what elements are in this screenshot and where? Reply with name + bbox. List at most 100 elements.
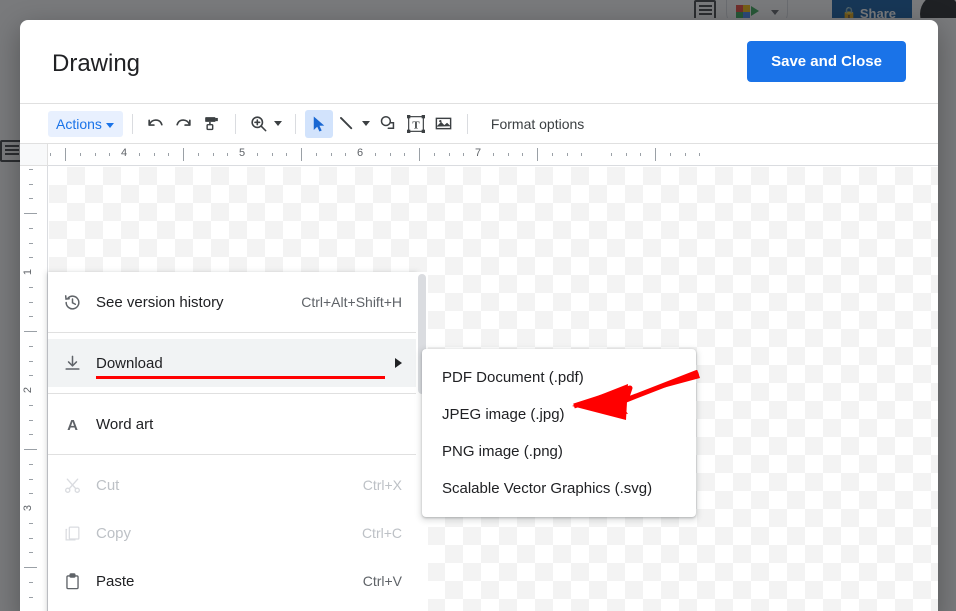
menu-item-paste[interactable]: Paste Ctrl+V xyxy=(48,557,416,605)
ruler-corner xyxy=(20,144,48,166)
ruler-v-tick xyxy=(29,183,33,185)
menu-item-label: Download xyxy=(96,355,385,379)
menu-separator xyxy=(48,393,416,394)
ruler-v-tick xyxy=(29,227,33,229)
submenu-arrow-icon xyxy=(395,358,402,368)
menu-item-label: Word art xyxy=(96,415,154,433)
download-submenu: PDF Document (.pdf) JPEG image (.jpg) PNG … xyxy=(422,349,696,517)
menu-item-download[interactable]: Download xyxy=(48,339,416,387)
ruler-v-tick xyxy=(29,404,33,406)
ruler-v-tick xyxy=(29,345,33,347)
text-box-icon[interactable]: T xyxy=(402,110,430,138)
menu-item-see-version-history[interactable]: See version history Ctrl+Alt+Shift+H xyxy=(48,278,416,326)
ruler-h-tick xyxy=(168,153,170,156)
toolbar-divider xyxy=(466,113,468,134)
ruler-h-label: 5 xyxy=(238,147,246,159)
ruler-h-tick xyxy=(212,153,214,156)
scissors-icon xyxy=(48,476,96,495)
ruler-v-tick xyxy=(29,537,33,539)
ruler-h-label: 4 xyxy=(120,147,128,159)
ruler-v-tick xyxy=(29,242,33,244)
actions-label: Actions xyxy=(56,115,102,132)
menu-item-label: Paste xyxy=(96,572,135,590)
download-icon xyxy=(48,354,96,373)
menu-item-shortcut: Ctrl+Alt+Shift+H xyxy=(301,294,402,310)
save-and-close-button[interactable]: Save and Close xyxy=(747,41,906,82)
menu-item-shortcut: Ctrl+X xyxy=(362,477,402,493)
copy-icon xyxy=(48,524,96,543)
toolbar-divider xyxy=(131,113,133,134)
zoom-dropdown-caret-icon[interactable] xyxy=(273,121,282,126)
paste-icon xyxy=(48,572,96,591)
menu-item-shortcut: Ctrl+C xyxy=(361,525,402,541)
menu-item-label: Cut xyxy=(96,476,120,494)
ruler-h-tick xyxy=(699,153,701,156)
drawing-toolbar: Actions T Format options xyxy=(20,104,938,144)
menu-separator xyxy=(48,332,416,333)
redo-icon[interactable] xyxy=(170,110,198,138)
ruler-h-tick xyxy=(433,153,435,156)
ruler-v-tick xyxy=(24,449,37,450)
ruler-h-tick xyxy=(79,153,81,156)
ruler-h-tick xyxy=(345,153,347,156)
ruler-h-tick xyxy=(669,153,671,156)
menu-item-shortcut: Ctrl+V xyxy=(362,573,402,589)
ruler-v-tick xyxy=(29,552,33,554)
ruler-h-tick xyxy=(625,153,627,156)
ruler-v-tick xyxy=(29,198,33,200)
ruler-h-tick xyxy=(655,148,656,161)
ruler-h-tick xyxy=(507,153,509,156)
ruler-v-tick xyxy=(29,301,33,303)
ruler-h-tick xyxy=(301,148,302,161)
horizontal-ruler[interactable]: 4 5 6 7 xyxy=(48,144,938,166)
ruler-v-tick xyxy=(24,331,37,332)
ruler-v-tick xyxy=(29,596,33,598)
ruler-v-tick xyxy=(29,463,33,465)
submenu-item-scalable-vector-graphics-svg-[interactable]: Scalable Vector Graphics (.svg) xyxy=(422,470,696,507)
zoom-icon[interactable] xyxy=(245,110,273,138)
line-icon[interactable] xyxy=(333,110,361,138)
ruler-h-tick xyxy=(286,153,288,156)
undo-icon[interactable] xyxy=(142,110,170,138)
ruler-h-tick xyxy=(551,153,553,156)
ruler-v-tick xyxy=(29,316,33,318)
submenu-item-png-image-png-[interactable]: PNG image (.png) xyxy=(422,433,696,470)
format-options-button[interactable]: Format options xyxy=(491,116,584,132)
shape-icon[interactable] xyxy=(374,110,402,138)
vertical-ruler[interactable]: 1 2 3 xyxy=(20,166,48,611)
toolbar-divider xyxy=(234,113,236,134)
ruler-h-tick xyxy=(65,148,66,161)
ruler-h-tick xyxy=(610,153,612,156)
ruler-h-tick xyxy=(256,153,258,156)
ruler-h-tick xyxy=(448,153,450,156)
ruler-h-label: 7 xyxy=(474,147,482,159)
line-dropdown-caret-icon[interactable] xyxy=(361,121,370,126)
ruler-v-tick xyxy=(29,581,33,583)
paint-format-icon[interactable] xyxy=(198,110,226,138)
ruler-v-tick xyxy=(29,419,33,421)
ruler-h-tick xyxy=(227,153,229,156)
ruler-v-tick xyxy=(29,286,33,288)
ruler-h-tick xyxy=(684,153,686,156)
image-icon[interactable] xyxy=(430,110,458,138)
ruler-h-tick xyxy=(522,153,524,156)
actions-button[interactable]: Actions xyxy=(48,110,123,137)
toolbar-divider xyxy=(294,113,296,134)
ruler-h-label: 6 xyxy=(356,147,364,159)
ruler-h-tick xyxy=(197,153,199,156)
ruler-h-tick xyxy=(94,153,96,156)
menu-item-copy: Copy Ctrl+C xyxy=(48,509,416,557)
page-title: Drawing xyxy=(52,50,141,77)
select-cursor-icon[interactable] xyxy=(304,109,333,138)
submenu-item-pdf-document-pdf-[interactable]: PDF Document (.pdf) xyxy=(422,359,696,396)
ruler-h-tick xyxy=(581,153,583,156)
ruler-h-tick xyxy=(183,148,184,161)
ruler-v-tick xyxy=(24,567,37,568)
ruler-v-tick xyxy=(29,493,33,495)
submenu-item-jpeg-image-jpg-[interactable]: JPEG image (.jpg) xyxy=(422,396,696,433)
ruler-h-tick xyxy=(315,153,317,156)
ruler-h-tick xyxy=(153,153,155,156)
svg-text:T: T xyxy=(412,119,420,131)
menu-item-word-art[interactable]: A Word art xyxy=(48,400,416,448)
menu-item-label: See version history xyxy=(96,293,224,311)
